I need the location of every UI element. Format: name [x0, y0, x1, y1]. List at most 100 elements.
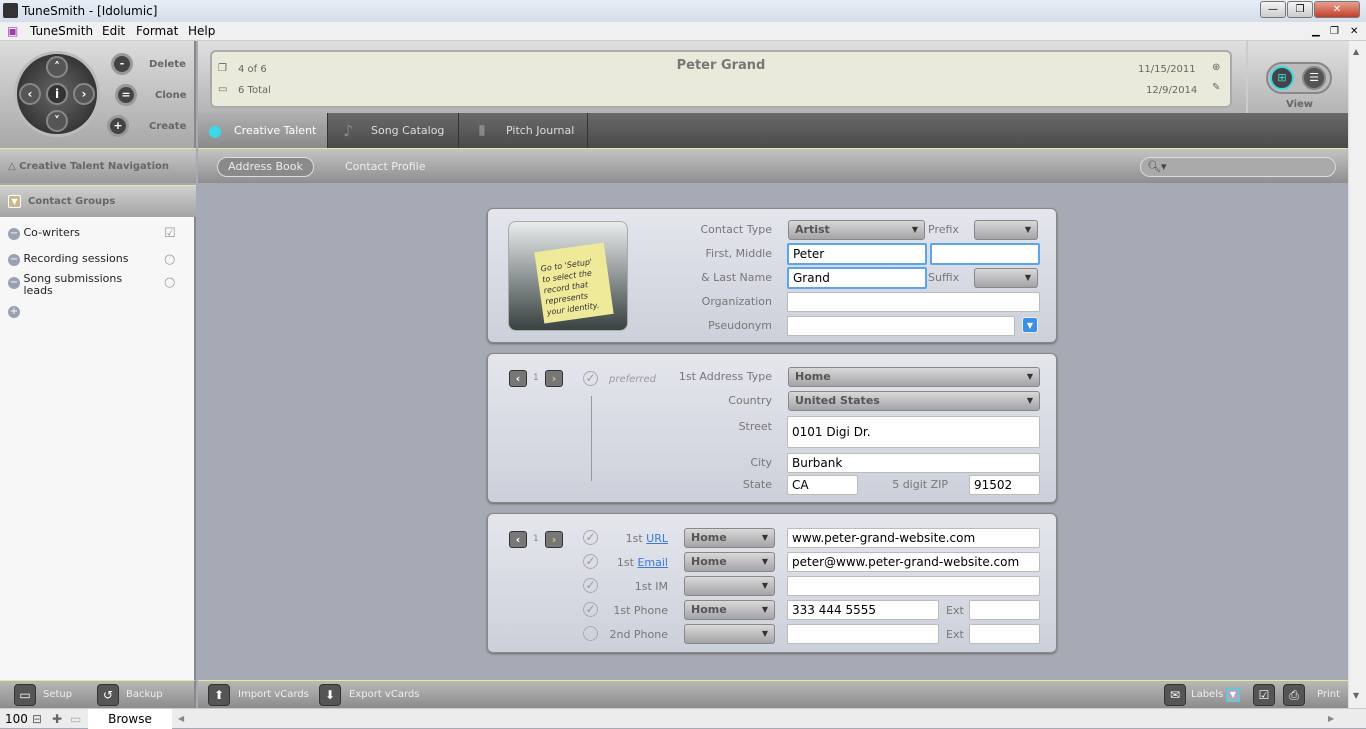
- search-input[interactable]: 🔍︎▾: [1140, 157, 1336, 177]
- state-field[interactable]: CA: [787, 475, 858, 495]
- contact-profile-button[interactable]: Contact Profile: [345, 160, 426, 173]
- menu-help[interactable]: Help: [188, 22, 215, 41]
- menu-format[interactable]: Format: [136, 22, 178, 41]
- check-icon[interactable]: ☑: [164, 226, 176, 241]
- zoom-out-icon[interactable]: ⊟: [32, 709, 42, 729]
- tab-creative-talent[interactable]: ● Creative Talent: [198, 113, 328, 148]
- labels-button[interactable]: Labels: [1191, 689, 1223, 700]
- ext-field[interactable]: [969, 624, 1040, 644]
- checklist-icon[interactable]: ☑: [1253, 684, 1275, 706]
- import-icon[interactable]: ⬆: [208, 684, 230, 706]
- zip-field[interactable]: 91502: [969, 475, 1040, 495]
- check-icon[interactable]: ✓: [583, 602, 598, 617]
- labels-dropdown-icon[interactable]: ▼: [1226, 688, 1240, 702]
- pseudonym-field[interactable]: [787, 316, 1015, 336]
- remove-icon[interactable]: −: [8, 254, 20, 266]
- comm-value-field[interactable]: [787, 624, 939, 644]
- last-name-field[interactable]: Grand: [787, 267, 927, 289]
- first-name-field[interactable]: Peter: [787, 243, 927, 265]
- info-icon[interactable]: i: [46, 83, 68, 105]
- comm-link[interactable]: Email: [637, 556, 668, 569]
- preferred-check-icon[interactable]: ✓: [583, 371, 598, 386]
- unchecked-icon[interactable]: ○: [164, 275, 175, 290]
- setup-icon[interactable]: ▭: [14, 684, 36, 706]
- vertical-scrollbar[interactable]: ▲ ▼: [1348, 41, 1366, 708]
- doc-minimize-button[interactable]: ▁: [1312, 22, 1320, 41]
- delete-button[interactable]: -: [111, 53, 133, 75]
- setup-button[interactable]: Setup: [43, 689, 72, 700]
- minimize-button[interactable]: —: [1260, 1, 1286, 18]
- backup-icon[interactable]: ↺: [97, 684, 119, 706]
- address-book-button[interactable]: Address Book: [217, 157, 314, 177]
- unchecked-icon[interactable]: [583, 626, 598, 641]
- group-item[interactable]: − Co-writers ☑: [8, 226, 188, 241]
- create-button[interactable]: +: [107, 115, 129, 137]
- export-vcards-button[interactable]: Export vCards: [349, 689, 419, 700]
- export-icon[interactable]: ⬇: [319, 684, 341, 706]
- close-button[interactable]: ✕: [1314, 1, 1360, 18]
- envelope-icon[interactable]: ✉: [1164, 684, 1186, 706]
- group-item[interactable]: − Song submissions leads ○: [8, 273, 188, 297]
- backup-button[interactable]: Backup: [126, 689, 163, 700]
- previous-address-button[interactable]: ‹: [509, 370, 527, 387]
- next-arrow-icon[interactable]: ›: [73, 83, 95, 105]
- comm-link[interactable]: URL: [646, 532, 668, 545]
- next-comm-button[interactable]: ›: [545, 531, 563, 548]
- comm-type-select[interactable]: Home: [684, 528, 775, 548]
- check-icon[interactable]: ✓: [583, 578, 598, 593]
- mode-indicator[interactable]: Browse: [88, 709, 172, 729]
- down-arrow-icon[interactable]: ˅: [46, 110, 68, 132]
- comm-value-field[interactable]: [787, 576, 1040, 596]
- contact-photo[interactable]: Go to 'Setup' to select the record that …: [508, 221, 628, 331]
- menu-tunesmith[interactable]: TuneSmith: [30, 22, 93, 41]
- clone-button[interactable]: =: [115, 84, 137, 106]
- remove-icon[interactable]: −: [8, 277, 20, 289]
- contact-type-select[interactable]: Artist: [788, 220, 925, 240]
- import-vcards-button[interactable]: Import vCards: [238, 689, 309, 700]
- street-field[interactable]: 0101 Digi Dr.: [787, 416, 1040, 448]
- middle-name-field[interactable]: [930, 243, 1040, 265]
- scroll-down-icon[interactable]: ▼: [1353, 691, 1359, 700]
- group-item[interactable]: − Recording sessions ○: [8, 252, 188, 267]
- comm-type-select[interactable]: Home: [684, 600, 775, 620]
- comm-value-field[interactable]: peter@www.peter-grand-website.com: [787, 552, 1040, 572]
- previous-arrow-icon[interactable]: ‹: [19, 83, 41, 105]
- address-type-select[interactable]: Home: [788, 367, 1040, 387]
- next-address-button[interactable]: ›: [545, 370, 563, 387]
- tab-song-catalog[interactable]: ♪ Song Catalog: [329, 113, 459, 148]
- scroll-right-icon[interactable]: ▶: [1328, 709, 1334, 729]
- doc-close-button[interactable]: ✕: [1350, 22, 1358, 41]
- check-icon[interactable]: ✓: [583, 554, 598, 569]
- toggle-status-icon[interactable]: ▭: [70, 709, 81, 729]
- previous-comm-button[interactable]: ‹: [509, 531, 527, 548]
- comm-type-select[interactable]: Home: [684, 552, 775, 572]
- zoom-in-icon[interactable]: ✚: [52, 709, 62, 729]
- ext-field[interactable]: [969, 600, 1040, 620]
- prefix-select[interactable]: [974, 220, 1038, 240]
- tab-pitch-journal[interactable]: ▮ Pitch Journal: [460, 113, 588, 148]
- dropdown-icon[interactable]: ▼: [8, 195, 21, 208]
- creative-talent-navigation-header[interactable]: △ Creative Talent Navigation: [0, 148, 196, 183]
- up-arrow-icon[interactable]: ˄: [46, 56, 68, 78]
- list-view-icon[interactable]: ☰: [1302, 66, 1326, 90]
- comm-type-select[interactable]: [684, 576, 775, 596]
- suffix-select[interactable]: [974, 268, 1038, 288]
- unchecked-icon[interactable]: ○: [164, 252, 175, 267]
- grid-view-icon[interactable]: ⊞: [1270, 66, 1294, 90]
- comm-type-select[interactable]: [684, 624, 775, 644]
- remove-icon[interactable]: −: [8, 228, 20, 240]
- add-group-button[interactable]: +: [8, 304, 188, 318]
- organization-field[interactable]: [787, 292, 1040, 312]
- doc-restore-button[interactable]: ❐: [1330, 22, 1339, 41]
- print-button[interactable]: Print: [1317, 689, 1340, 700]
- pseudonym-dropdown-icon[interactable]: ▼: [1022, 317, 1038, 333]
- country-select[interactable]: United States: [788, 391, 1040, 411]
- scroll-up-icon[interactable]: ▲: [1353, 47, 1359, 56]
- check-icon[interactable]: ✓: [583, 530, 598, 545]
- comm-value-field[interactable]: www.peter-grand-website.com: [787, 528, 1040, 548]
- city-field[interactable]: Burbank: [787, 453, 1040, 473]
- printer-icon[interactable]: ⎙: [1283, 684, 1305, 706]
- contact-groups-header[interactable]: ▼ Contact Groups: [0, 185, 196, 217]
- scroll-left-icon[interactable]: ◀: [178, 709, 184, 729]
- comm-value-field[interactable]: 333 444 5555: [787, 600, 939, 620]
